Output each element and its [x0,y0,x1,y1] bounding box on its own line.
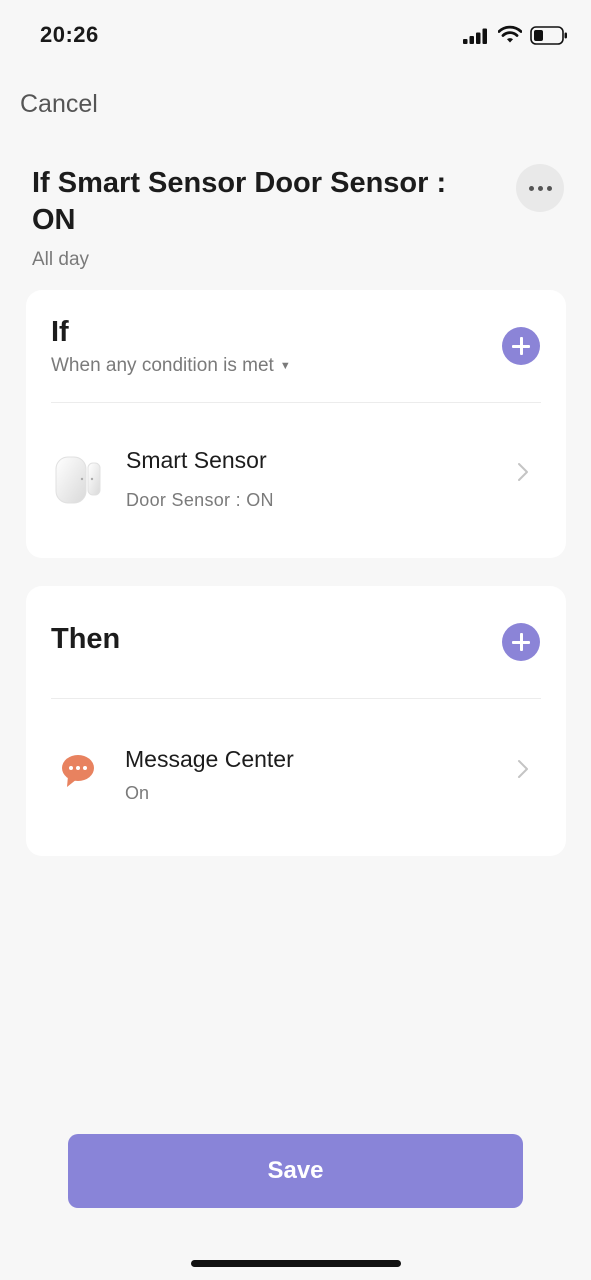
if-card: If When any condition is met ▼ Smart Sen… [26,290,566,558]
condition-mode-label: When any condition is met [51,355,274,376]
then-card: Then Message Center On [26,586,566,856]
add-condition-button[interactable] [502,327,540,365]
action-detail: On [125,783,150,803]
more-dot [546,185,552,191]
cancel-button[interactable]: Cancel [20,90,98,119]
chevron-right-icon [518,760,528,778]
message-bubble-icon [62,755,94,787]
home-indicator[interactable] [191,1260,401,1267]
action-row-message-center[interactable]: Message Center On [26,699,566,856]
if-section-title: If [51,316,69,348]
then-section-title: Then [51,623,121,655]
save-button[interactable]: Save [68,1134,523,1208]
more-dot [537,185,543,191]
schedule-subtitle: All day [32,249,90,270]
door-sensor-icon [55,456,101,504]
status-time: 20:26 [40,22,99,47]
add-action-button[interactable] [502,623,540,661]
battery-icon [530,26,567,45]
status-bar: 20:26 [0,0,591,70]
page-title: If Smart Sensor Door Sensor : ON [32,167,447,236]
condition-detail: Door Sensor : ON [126,490,274,510]
chevron-right-icon [518,463,528,481]
cellular-signal-icon [463,28,487,44]
more-options-button[interactable] [516,164,564,212]
condition-mode-dropdown[interactable]: When any condition is met ▼ [51,355,291,377]
wifi-icon [498,25,522,43]
condition-device-name: Smart Sensor [126,447,267,473]
more-dots-icon [528,185,534,191]
condition-row-smart-sensor[interactable]: Smart Sensor Door Sensor : ON [26,403,566,558]
chevron-down-icon: ▼ [279,360,291,372]
action-name: Message Center [125,746,294,772]
